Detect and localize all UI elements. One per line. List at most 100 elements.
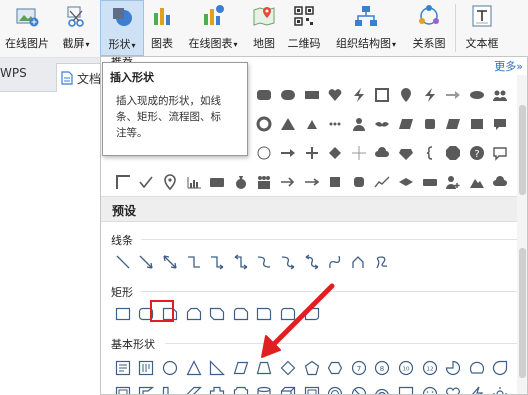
diamond-outline-shape[interactable] (276, 357, 300, 379)
people-group-shape[interactable] (253, 171, 277, 193)
text-box-shape[interactable] (111, 357, 135, 379)
trend-line-shape[interactable] (371, 171, 395, 193)
cross-shape[interactable] (205, 383, 229, 394)
scroll-thumb-lower[interactable] (519, 248, 526, 378)
card-shape[interactable] (205, 171, 229, 193)
double-arrow-line-shape[interactable] (158, 251, 182, 273)
org-chart-button[interactable]: 组织结构图▾ (329, 0, 403, 56)
diamond-shape[interactable] (323, 142, 347, 164)
trapezoid-shape[interactable] (253, 357, 277, 379)
dodecagon-shape[interactable]: 12 (418, 357, 442, 379)
qrcode-button[interactable]: 二维码 (282, 0, 326, 56)
money-bag-shape[interactable] (229, 171, 253, 193)
circle-shape[interactable] (276, 84, 300, 106)
chord-shape[interactable] (465, 357, 489, 379)
person-shape[interactable] (347, 113, 371, 135)
vertical-text-box-shape[interactable] (135, 357, 159, 379)
cloud-shape[interactable] (371, 142, 395, 164)
line-shape[interactable] (111, 251, 135, 273)
curved-arrow-shape[interactable] (276, 251, 300, 273)
tab-shape[interactable] (300, 84, 324, 106)
relation-chart-button[interactable]: 关系图 (406, 0, 452, 56)
arrow-thin-right-shape[interactable] (276, 171, 300, 193)
screenshot-button[interactable]: 截屏▾ (57, 0, 95, 56)
frame-outline-shape[interactable] (111, 383, 135, 394)
oval-shape[interactable] (158, 357, 182, 379)
chart-bars-shape[interactable] (182, 171, 206, 193)
sun-shape[interactable] (489, 383, 513, 394)
decagon-shape[interactable]: 10 (394, 357, 418, 379)
lightning-outline-shape[interactable] (465, 383, 489, 394)
octagon-shape[interactable] (441, 142, 465, 164)
snip-same-side-rect-shape[interactable] (182, 303, 206, 325)
heart-outline-shape[interactable] (441, 383, 465, 394)
group-people-shape[interactable] (489, 84, 513, 106)
bird-shape[interactable] (371, 113, 395, 135)
more-shapes-link[interactable]: 更多» (494, 58, 523, 74)
pentagon-shape[interactable] (300, 357, 324, 379)
dots-shape[interactable] (323, 113, 347, 135)
elbow-connector-shape[interactable] (182, 251, 206, 273)
snip-diagonal-rect-shape[interactable] (205, 303, 229, 325)
diamond-flat-shape[interactable] (394, 171, 418, 193)
smiley-shape[interactable] (418, 383, 442, 394)
no-symbol-shape[interactable] (347, 383, 371, 394)
octagon-outline-shape[interactable]: 8 (371, 357, 395, 379)
mountain-shape[interactable] (465, 171, 489, 193)
cloud-upload-shape[interactable] (489, 171, 513, 193)
snip-round-rect-shape[interactable] (229, 303, 253, 325)
arrow-right-shape[interactable] (276, 142, 300, 164)
lightning-shape[interactable] (347, 84, 371, 106)
cylinder-shape[interactable] (418, 113, 442, 135)
plaque-shape[interactable] (465, 113, 489, 135)
map-button[interactable]: 地图 (248, 0, 280, 56)
isosceles-triangle-shape[interactable] (182, 357, 206, 379)
plaque-outline-shape[interactable] (229, 383, 253, 394)
location-pin-shape[interactable] (158, 171, 182, 193)
textbox-button[interactable]: 文本框 (460, 0, 504, 56)
question-shape[interactable]: ? (465, 142, 489, 164)
shapes-button[interactable]: 形状▾ (100, 0, 144, 56)
frame-shape[interactable] (371, 84, 395, 106)
panel-scrollbar[interactable] (517, 75, 527, 394)
half-frame-shape[interactable] (135, 383, 159, 394)
arrow-line-shape[interactable] (135, 251, 159, 273)
tag-shape[interactable] (441, 113, 465, 135)
right-triangle-shape[interactable] (205, 357, 229, 379)
arrow-striped-shape[interactable] (441, 84, 465, 106)
l-shape[interactable] (158, 383, 182, 394)
block-arc-shape[interactable] (371, 383, 395, 394)
triangle-up-shape[interactable] (276, 113, 300, 135)
freeform-shape[interactable] (347, 251, 371, 273)
parallelogram-outline-shape[interactable] (229, 357, 253, 379)
rectangle-shape[interactable] (111, 303, 135, 325)
curved-connector-shape[interactable] (253, 251, 277, 273)
can-shape[interactable] (253, 383, 277, 394)
round-single-corner-rect-shape[interactable] (253, 303, 277, 325)
plus-shape[interactable] (300, 142, 324, 164)
round-same-side-rect-shape[interactable] (276, 303, 300, 325)
arrow-bold-right-shape[interactable] (300, 171, 324, 193)
comment-shape[interactable] (489, 113, 513, 135)
cross-line-shape[interactable] (347, 142, 371, 164)
folded-corner-shape[interactable] (394, 383, 418, 394)
round-diagonal-rect-shape[interactable] (300, 303, 324, 325)
triangle-small-shape[interactable] (300, 113, 324, 135)
bolt-shape[interactable] (418, 84, 442, 106)
rounded-square-shape[interactable] (347, 171, 371, 193)
donut-shape[interactable] (323, 383, 347, 394)
curve-shape[interactable] (323, 251, 347, 273)
teardrop-shape[interactable] (489, 357, 513, 379)
wps-app-tab[interactable]: WPS (0, 66, 27, 80)
check-shape[interactable] (135, 171, 159, 193)
bevel-shape[interactable] (300, 383, 324, 394)
chart-button[interactable]: 图表 (146, 0, 178, 56)
pin-shape[interactable] (394, 84, 418, 106)
rounded-rect-shape[interactable] (253, 84, 277, 106)
cube-shape[interactable] (276, 383, 300, 394)
online-image-button[interactable]: 在线图片 (2, 0, 52, 56)
pie-shape[interactable] (441, 357, 465, 379)
heart-shape[interactable] (323, 84, 347, 106)
scribble-shape[interactable] (371, 251, 395, 273)
heptagon-shape[interactable]: 7 (347, 357, 371, 379)
